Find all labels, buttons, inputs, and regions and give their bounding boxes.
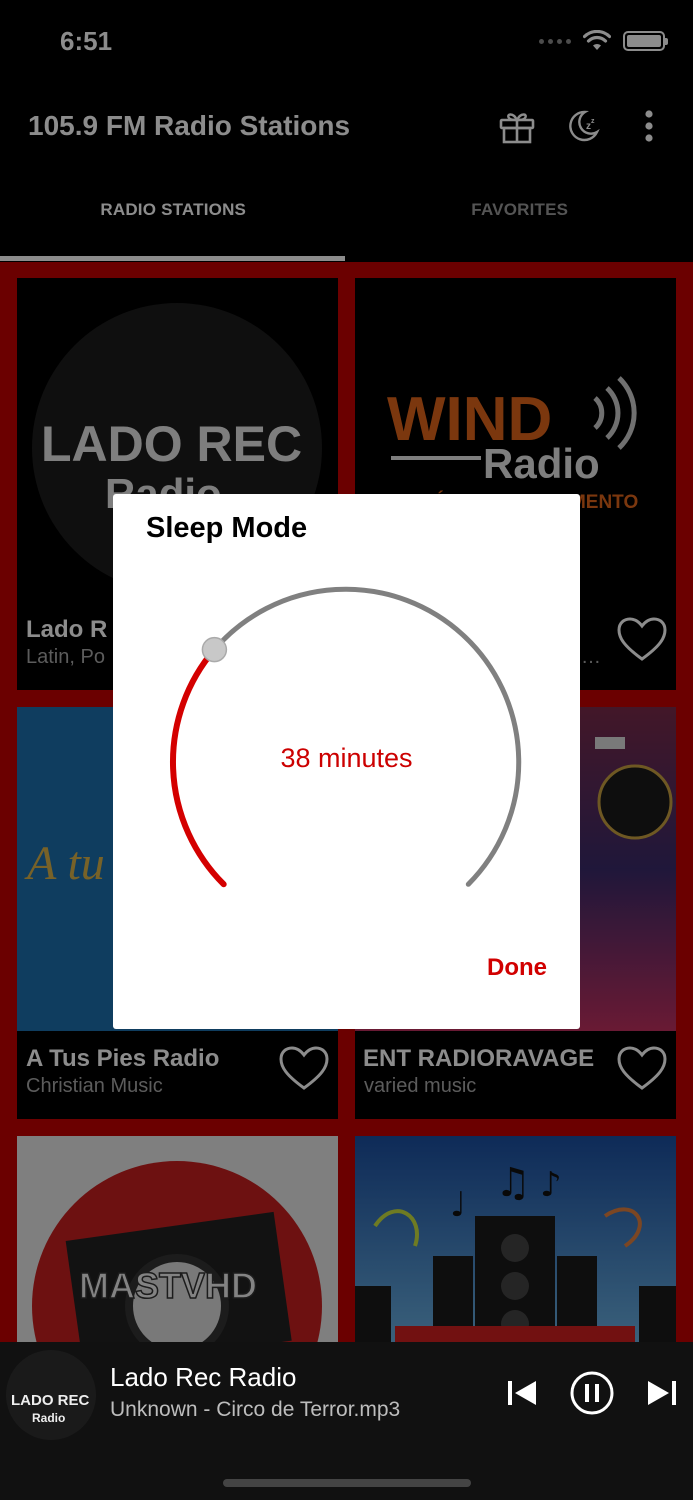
sleep-mode-dialog: Sleep Mode 38 minutes Done — [113, 494, 580, 1029]
player-artwork: LADO REC Radio — [6, 1350, 96, 1440]
svg-text:LADO REC: LADO REC — [11, 1392, 90, 1409]
dialog-title: Sleep Mode — [146, 512, 308, 544]
player-title: Lado Rec Radio — [110, 1362, 297, 1392]
dial-track — [211, 586, 522, 887]
skip-next-icon[interactable] — [645, 1378, 679, 1408]
dial-knob — [201, 636, 228, 663]
player-controls — [505, 1370, 679, 1416]
player-subtitle: Unknown - Circo de Terror.mp3 — [110, 1398, 401, 1421]
mini-player[interactable]: LADO REC Radio Lado Rec Radio Unknown - … — [0, 1342, 693, 1500]
svg-text:Radio: Radio — [32, 1411, 65, 1425]
done-button[interactable]: Done — [487, 954, 547, 982]
pause-icon[interactable] — [569, 1370, 615, 1416]
home-indicator — [223, 1479, 471, 1487]
sleep-duration-label: 38 minutes — [280, 743, 413, 773]
skip-previous-icon[interactable] — [505, 1378, 539, 1408]
